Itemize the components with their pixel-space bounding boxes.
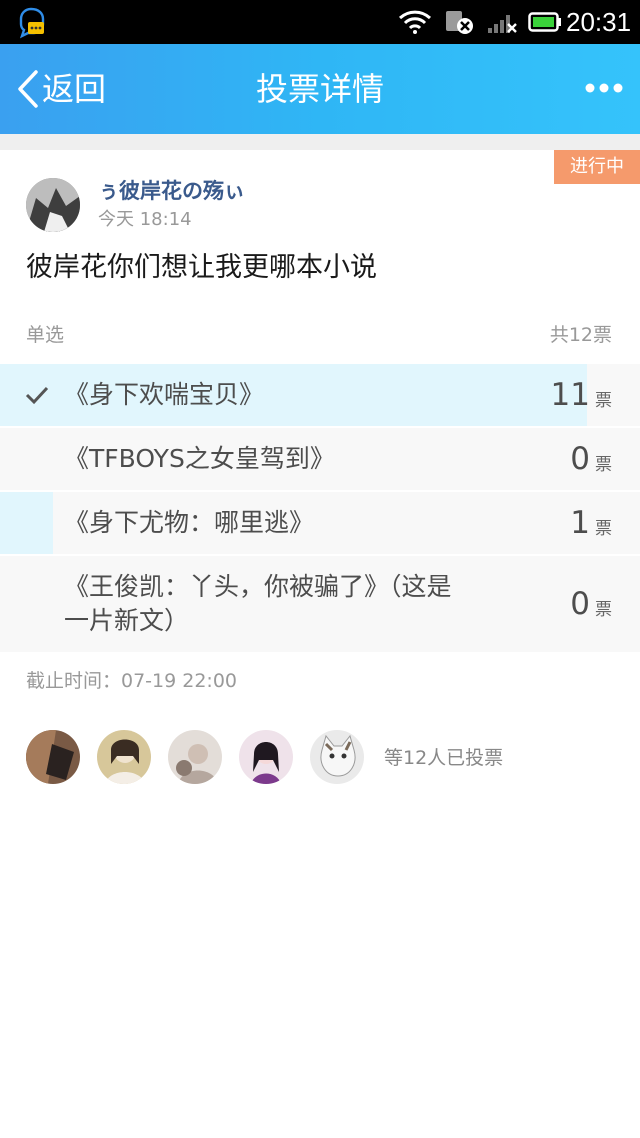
status-bar: 20:31 (0, 0, 640, 44)
author-avatar[interactable] (26, 178, 80, 232)
voter-avatar[interactable] (168, 730, 222, 784)
option-count: 0 (570, 441, 590, 477)
option-label-line1: 《王俊凯：丫头，你被骗了》（这是 (64, 572, 452, 601)
option-unit: 票 (595, 391, 612, 411)
option-unit: 票 (595, 519, 612, 539)
voters-summary: 等12人已投票 (384, 747, 504, 769)
poll-question: 彼岸花你们想让我更哪本小说 (26, 252, 377, 283)
option-unit: 票 (595, 600, 612, 620)
option-count: 0 (570, 586, 590, 622)
status-time: 20:31 (566, 7, 632, 37)
section-divider (0, 134, 640, 150)
voter-avatar[interactable] (239, 730, 293, 784)
option-label: 《身下尤物：哪里逃》 (64, 508, 315, 537)
voter-avatar[interactable] (26, 730, 80, 784)
avatar-image (97, 730, 151, 784)
vote-total: 共12票 (549, 324, 612, 346)
voter-avatar[interactable] (97, 730, 151, 784)
page-title: 投票详情 (255, 70, 384, 108)
option-label: 《身下欢喘宝贝》 (64, 380, 265, 409)
vote-deadline: 截止时间：07-19 22:00 (26, 670, 238, 692)
vote-option[interactable]: 《身下欢喘宝贝》 11 票 (0, 364, 640, 426)
wifi-icon (398, 10, 432, 34)
option-label: 《TFBOYS之女皇驾到》 (64, 444, 335, 473)
avatar-image (239, 730, 293, 784)
post-time: 今天 18:14 (98, 209, 192, 230)
option-count: 11 (550, 377, 590, 413)
signal-icon (488, 15, 517, 33)
avatar-image (26, 730, 80, 784)
vote-option[interactable]: 《王俊凯：丫头，你被骗了》（这是 一片新文） 0 票 (0, 556, 640, 652)
battery-icon (528, 12, 561, 32)
voter-avatar[interactable] (310, 730, 364, 784)
vote-type: 单选 (26, 324, 65, 346)
status-badge: 进行中 (554, 150, 640, 184)
vote-option[interactable]: 《TFBOYS之女皇驾到》 0 票 (0, 428, 640, 490)
author-name[interactable]: ぅ彼岸花の殇ぃ (98, 176, 245, 206)
avatar-image (310, 730, 364, 784)
check-icon (25, 386, 49, 405)
qq-notification-icon (19, 7, 45, 39)
title-bar: 返回 投票详情 (0, 44, 640, 134)
more-dots-icon[interactable] (584, 78, 624, 98)
avatar-image (168, 730, 222, 784)
option-count: 1 (570, 505, 590, 541)
option-label-line2: 一片新文） (64, 606, 190, 635)
vote-share-bar (0, 492, 54, 554)
avatar-image (26, 178, 80, 232)
sim-error-icon (446, 11, 473, 34)
vote-option[interactable]: 《身下尤物：哪里逃》 1 票 (0, 492, 640, 554)
option-unit: 票 (595, 455, 612, 475)
